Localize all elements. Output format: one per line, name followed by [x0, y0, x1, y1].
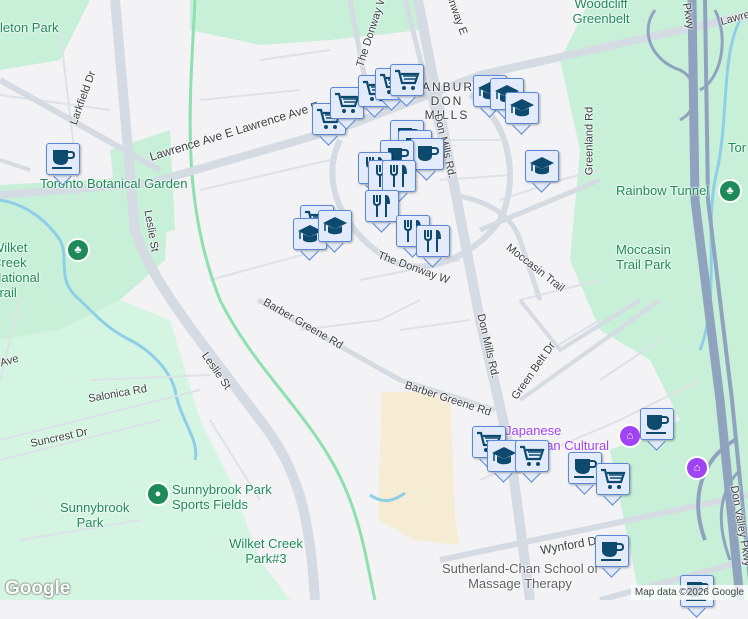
- restaurant-marker[interactable]: [416, 225, 450, 269]
- coffee-cup-icon: [46, 143, 80, 175]
- park-label: Wilket Creek Park#3: [229, 536, 303, 566]
- park-label: Woodcliff Greenbelt: [572, 0, 630, 26]
- graduation-cap-icon: [505, 92, 539, 124]
- park-pin-icon[interactable]: ●: [146, 482, 170, 506]
- park-label: leton Park: [0, 20, 59, 35]
- museum-icon[interactable]: ⌂: [618, 424, 642, 448]
- park-label[interactable]: Wilket Creek National Trail: [0, 240, 62, 300]
- store-marker[interactable]: [515, 440, 549, 484]
- poi-label[interactable]: Sutherland-Chan School of Massage Therap…: [440, 561, 600, 591]
- shopping-cart-icon: [390, 64, 424, 96]
- park-label[interactable]: Rainbow Tunnel: [616, 183, 709, 198]
- road-label: Greenland Rd: [583, 106, 596, 176]
- map-attribution[interactable]: Map data ©2026 Google: [630, 585, 748, 600]
- school-marker[interactable]: [505, 92, 539, 136]
- shopping-cart-icon: [515, 440, 549, 472]
- park-area: [0, 0, 90, 70]
- park-label: Sunnybrook Park: [60, 500, 130, 530]
- coffee-cup-icon: [640, 408, 674, 440]
- park-pin-icon[interactable]: ♣: [718, 179, 742, 203]
- school-marker[interactable]: [318, 210, 352, 254]
- google-logo: Google: [5, 578, 71, 599]
- park-pin-icon[interactable]: ♣: [66, 238, 90, 262]
- store-marker[interactable]: [390, 64, 424, 108]
- fork-knife-icon: [365, 190, 399, 222]
- park-label: Tor: [728, 140, 747, 155]
- museum-icon[interactable]: ⌂: [685, 456, 709, 480]
- park-label: Moccasin Trail Park: [616, 242, 672, 272]
- fork-knife-icon: [382, 160, 416, 192]
- school-marker[interactable]: [525, 150, 559, 194]
- fork-knife-icon: [416, 225, 450, 257]
- cafe-marker[interactable]: [640, 408, 674, 452]
- shopping-cart-icon: [596, 463, 630, 495]
- graduation-cap-icon: [525, 150, 559, 182]
- coffee-cup-icon: [595, 535, 629, 567]
- cafe-marker[interactable]: [595, 535, 629, 579]
- commercial-area: [378, 392, 460, 545]
- park-label[interactable]: Sunnybrook Park Sports Fields: [172, 482, 272, 512]
- cafe-marker[interactable]: [46, 143, 80, 187]
- graduation-cap-icon: [318, 210, 352, 242]
- restaurant-marker[interactable]: [365, 190, 399, 234]
- store-marker[interactable]: [596, 463, 630, 507]
